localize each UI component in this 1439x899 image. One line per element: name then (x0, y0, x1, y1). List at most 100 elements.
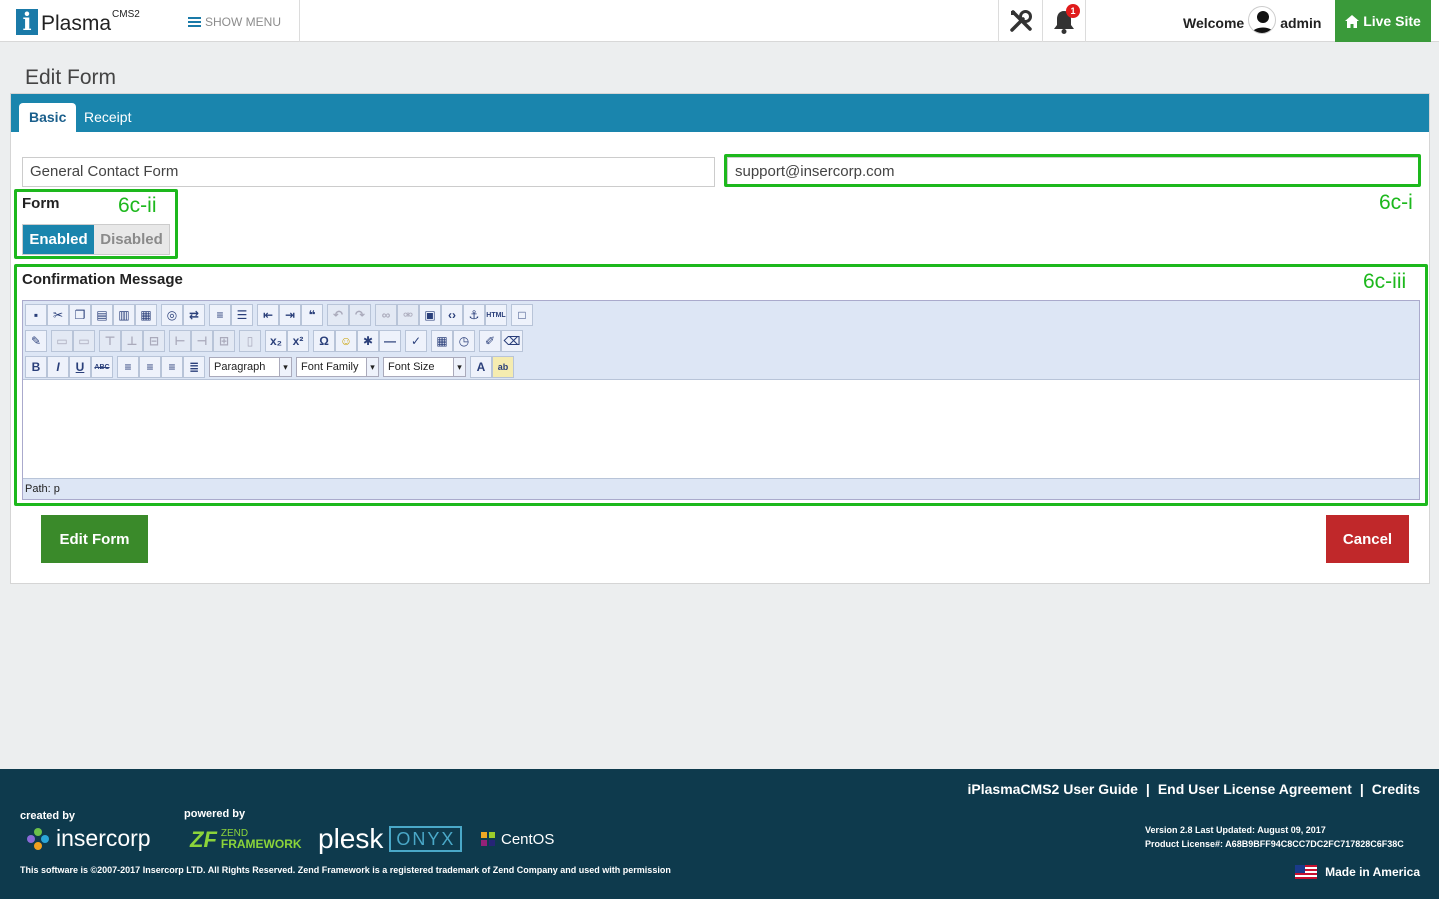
horizontal-rule-icon[interactable]: — (379, 330, 401, 352)
powered-by-label: powered by (184, 808, 246, 820)
form-name-input[interactable]: General Contact Form (22, 157, 715, 187)
table-props-icon[interactable]: ▭ (73, 330, 95, 352)
user-icon (1251, 11, 1275, 33)
logo-sup: CMS2 (112, 9, 140, 20)
credits-link[interactable]: Credits (1372, 781, 1420, 797)
insert-date-icon[interactable]: ▦ (431, 330, 453, 352)
fullscreen-icon[interactable]: □ (511, 304, 533, 326)
annotation-6c-i: 6c-i (1379, 191, 1413, 214)
insert-time-icon[interactable]: ◷ (453, 330, 475, 352)
html-icon[interactable]: HTML (485, 304, 507, 326)
bold-icon[interactable]: B (25, 356, 47, 378)
underline-icon[interactable]: U (69, 356, 91, 378)
font-family-select[interactable]: Font Family (296, 357, 379, 377)
justify-icon[interactable]: ≣ (183, 356, 205, 378)
omega-icon[interactable]: Ω (313, 330, 335, 352)
edit-form-button[interactable]: Edit Form (41, 515, 148, 563)
delete-row-icon[interactable]: ⊟ (143, 330, 165, 352)
eula-link[interactable]: End User License Agreement (1158, 781, 1352, 797)
copy-icon[interactable]: ❐ (69, 304, 91, 326)
align-center-icon[interactable]: ≡ (139, 356, 161, 378)
strikethrough-icon[interactable]: ABC (91, 356, 113, 378)
highlight-color-icon[interactable]: ab (492, 356, 514, 378)
spellcheck-icon[interactable]: ✓ (405, 330, 427, 352)
special-char-icon[interactable]: ✱ (357, 330, 379, 352)
user-guide-link[interactable]: iPlasmaCMS2 User Guide (968, 781, 1138, 797)
tools-button[interactable] (999, 0, 1042, 42)
find-icon[interactable]: ◎ (161, 304, 183, 326)
clean-icon[interactable]: ✐ (479, 330, 501, 352)
zend-line-2: FRAMEWORK (220, 837, 302, 851)
align-right-icon[interactable]: ≡ (161, 356, 183, 378)
version-text: Version 2.8 Last Updated: August 09, 201… (1145, 825, 1326, 835)
enabled-option[interactable]: Enabled (23, 225, 94, 254)
live-site-label: Live Site (1363, 13, 1421, 29)
logo[interactable]: i Plasma CMS2 (16, 7, 140, 35)
license-text: Product License#: A68B9BFF94C8CC7DC2FC71… (1145, 839, 1404, 849)
align-left-icon[interactable]: ≡ (117, 356, 139, 378)
centos-icon (481, 832, 495, 846)
anchor-icon[interactable]: ⚓ (463, 304, 485, 326)
live-site-button[interactable]: Live Site (1335, 0, 1431, 42)
delete-col-icon[interactable]: ⊞ (213, 330, 235, 352)
format-select[interactable]: Paragraph (209, 357, 292, 377)
edit-icon[interactable]: ✎ (25, 330, 47, 352)
tab-receipt[interactable]: Receipt (74, 103, 141, 132)
username: admin (1280, 15, 1322, 31)
col-before-icon[interactable]: ⊢ (169, 330, 191, 352)
insercorp-logo[interactable]: insercorp (26, 825, 151, 852)
footer: iPlasmaCMS2 User Guide | End User Licens… (0, 769, 1439, 899)
text-color-icon[interactable]: A (470, 356, 492, 378)
undo-icon[interactable]: ↶ (327, 304, 349, 326)
insercorp-text: insercorp (56, 825, 151, 851)
replace-icon[interactable]: ⇄ (183, 304, 205, 326)
cancel-button[interactable]: Cancel (1326, 515, 1409, 563)
table-icon[interactable]: ▭ (51, 330, 73, 352)
notification-badge: 1 (1066, 4, 1080, 18)
onyx-text: ONYX (389, 826, 463, 852)
bullet-list-icon[interactable]: ≡ (209, 304, 231, 326)
row-after-icon[interactable]: ⊥ (121, 330, 143, 352)
merge-cells-icon[interactable]: ▯ (239, 330, 261, 352)
toolbar-row-1: ▪ ✂ ❐ ▤ ▥ ▦ ◎ ⇄ ≡ ☰ ⇤ ⇥ ❝ ↶ ↷ ∞ ⚮ ▣ ‹› ⚓… (25, 303, 533, 327)
font-size-select[interactable]: Font Size (383, 357, 466, 377)
show-menu-label: SHOW MENU (205, 15, 281, 29)
image-icon[interactable]: ▣ (419, 304, 441, 326)
disabled-option[interactable]: Disabled (94, 225, 169, 254)
italic-icon[interactable]: I (47, 356, 69, 378)
editor-content-area[interactable] (23, 381, 1419, 479)
centos-logo[interactable]: CentOS (479, 830, 554, 848)
paste-icon[interactable]: ▤ (91, 304, 113, 326)
plesk-onyx-logo[interactable]: plesk ONYX (318, 823, 463, 855)
indent-icon[interactable]: ⇥ (279, 304, 301, 326)
paste-text-icon[interactable]: ▥ (113, 304, 135, 326)
link-icon[interactable]: ∞ (375, 304, 397, 326)
row-before-icon[interactable]: ⊤ (99, 330, 121, 352)
zend-framework-logo[interactable]: ZF ZEND FRAMEWORK (190, 827, 302, 853)
unlink-icon[interactable]: ⚮ (397, 304, 419, 326)
save-icon[interactable]: ▪ (25, 304, 47, 326)
redo-icon[interactable]: ↷ (349, 304, 371, 326)
user-menu[interactable]: Welcome admin (1183, 6, 1322, 34)
tab-basic[interactable]: Basic (19, 103, 77, 132)
numbered-list-icon[interactable]: ☰ (231, 304, 253, 326)
paste-word-icon[interactable]: ▦ (135, 304, 157, 326)
show-menu-button[interactable]: SHOW MENU (188, 15, 281, 29)
edit-form-panel: Basic Receipt General Contact Form suppo… (10, 93, 1430, 584)
emoticon-icon[interactable]: ☺ (335, 330, 357, 352)
col-after-icon[interactable]: ⊣ (191, 330, 213, 352)
outdent-icon[interactable]: ⇤ (257, 304, 279, 326)
eraser-icon[interactable]: ⌫ (501, 330, 523, 352)
code-icon[interactable]: ‹› (441, 304, 463, 326)
blockquote-icon[interactable]: ❝ (301, 304, 323, 326)
form-status-toggle: Enabled Disabled (22, 224, 170, 255)
notifications-button[interactable]: 1 (1042, 0, 1085, 42)
subscript-icon[interactable]: x₂ (265, 330, 287, 352)
form-status-label: Form (22, 195, 60, 212)
cut-icon[interactable]: ✂ (47, 304, 69, 326)
centos-text: CentOS (501, 830, 555, 848)
annotation-6c-ii: 6c-ii (118, 194, 157, 217)
annotation-6c-iii: 6c-iii (1363, 270, 1407, 293)
superscript-icon[interactable]: x² (287, 330, 309, 352)
link-separator: | (1359, 781, 1364, 797)
